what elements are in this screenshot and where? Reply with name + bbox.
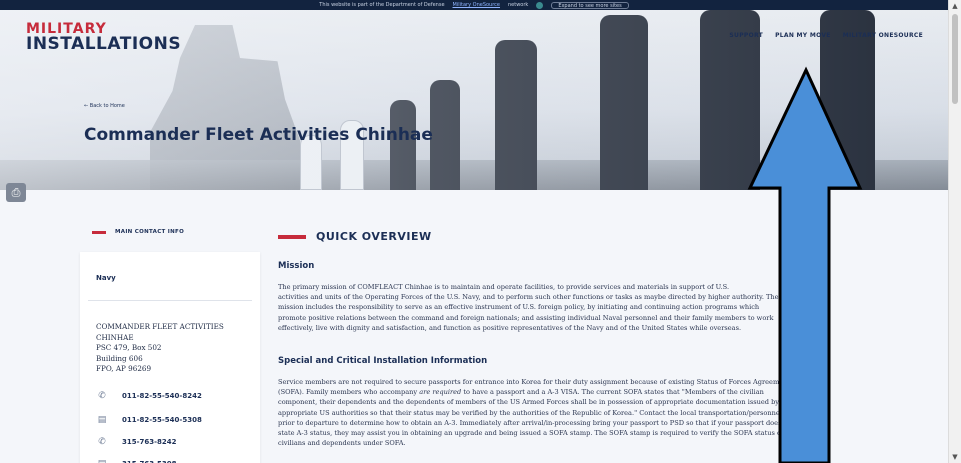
branch-name: Navy: [96, 274, 116, 282]
expand-sites-button[interactable]: Expand to see more sites: [551, 1, 629, 9]
onesource-icon: [536, 1, 544, 9]
site-logo[interactable]: MILITARY INSTALLATIONS: [26, 22, 181, 53]
gov-banner-link[interactable]: Military OneSource: [453, 2, 500, 8]
address-line: Building 606: [96, 353, 143, 363]
page-title: Commander Fleet Activities Chinhae: [84, 125, 433, 145]
print-button[interactable]: ⎙: [6, 183, 26, 202]
dsn-fax-icon: ▤: [96, 459, 108, 463]
text-line: prior to departure to determine how to o…: [278, 418, 795, 427]
special-info-text: Service members are not required to secu…: [278, 377, 863, 448]
printer-icon: ⎙: [11, 185, 21, 199]
special-info-title: Special and Critical Installation Inform…: [278, 356, 488, 366]
scroll-up-icon[interactable]: ▲: [949, 0, 961, 12]
address-line: COMMANDER FLEET ACTIVITIES: [96, 322, 224, 331]
text-line: component, their dependents and the depe…: [278, 398, 780, 407]
phone-number: 315-763-8242: [122, 438, 177, 446]
heading-accent-bar: [278, 234, 306, 239]
contact-card: Navy COMMANDER FLEET ACTIVITIES CHINHAE …: [80, 252, 260, 463]
nav-support[interactable]: SUPPORT: [729, 32, 763, 39]
phone-icon: ✆: [98, 391, 106, 401]
nav-plan-my-move[interactable]: PLAN MY MOVE: [775, 32, 831, 39]
installation-address: COMMANDER FLEET ACTIVITIES CHINHAE PSC 4…: [96, 322, 256, 375]
gov-banner-text: This website is part of the Department o…: [319, 2, 445, 8]
phone-fax[interactable]: ▤ 011-82-55-540-5308: [96, 415, 202, 425]
phone-dsn-fax[interactable]: ▤ 315-763-5308: [96, 459, 177, 463]
mission-text: The primary mission of COMFLEACT Chinhae…: [278, 282, 863, 333]
phone-number: 011-82-55-540-5308: [122, 416, 202, 424]
text-line: promote positive relations between the c…: [278, 313, 774, 322]
back-to-home-link[interactable]: ← Back to Home: [84, 103, 125, 109]
text-line: The primary mission of COMFLEACT Chinhae…: [278, 283, 730, 291]
gov-banner: This website is part of the Department o…: [0, 0, 948, 10]
nav-military-onesource[interactable]: MILITARY ONESOURCE: [843, 32, 923, 39]
text-line: appropriate US authorities so that their…: [278, 408, 803, 417]
fax-icon: ▤: [97, 415, 107, 425]
text-fragment: to have a passport and a A-3 VISA. The c…: [463, 388, 764, 397]
text-line: mission includes the responsibility to s…: [278, 303, 760, 312]
address-line: CHINHAE: [96, 332, 134, 342]
vertical-scrollbar[interactable]: ▲ ▼: [948, 0, 961, 463]
text-line: Service members are not required to secu…: [278, 378, 791, 386]
logo-line-2: INSTALLATIONS: [26, 34, 182, 54]
page: This website is part of the Department o…: [0, 0, 961, 463]
main-contact-heading: MAIN CONTACT INFO: [92, 229, 184, 235]
quick-overview-label: QUICK OVERVIEW: [316, 230, 432, 243]
phone-number: 011-82-55-540-8242: [122, 392, 202, 400]
heading-accent-bar: [92, 230, 106, 234]
scroll-down-icon[interactable]: ▼: [949, 451, 961, 463]
emphasis-text: are required: [419, 388, 462, 397]
gov-banner-suffix: network: [508, 2, 529, 8]
main-contact-label: MAIN CONTACT INFO: [115, 229, 185, 235]
text-line: (SOFA). Family members who accompany are…: [278, 387, 863, 397]
mission-title: Mission: [278, 261, 315, 271]
phone-dsn[interactable]: ✆ 315-763-8242: [96, 437, 177, 447]
text-line: effectively, live with dignity and satis…: [278, 323, 742, 332]
quick-overview-heading: QUICK OVERVIEW: [278, 230, 432, 243]
card-divider: [88, 300, 252, 301]
text-line: state A-3 status, they may assist you in…: [278, 429, 784, 438]
text-fragment: (SOFA). Family members who accompany: [278, 388, 418, 397]
address-line: PSC 479, Box 502: [96, 343, 162, 352]
top-nav: SUPPORT PLAN MY MOVE MILITARY ONESOURCE: [729, 32, 923, 39]
phone-main[interactable]: ✆ 011-82-55-540-8242: [96, 391, 202, 401]
text-line: civilians and dependents under SOFA.: [278, 439, 406, 448]
dsn-phone-icon: ✆: [98, 437, 106, 447]
scrollbar-thumb[interactable]: [952, 14, 958, 104]
address-line: FPO, AP 96269: [96, 364, 152, 373]
text-line: activities and units of the Operating Fo…: [278, 293, 779, 302]
